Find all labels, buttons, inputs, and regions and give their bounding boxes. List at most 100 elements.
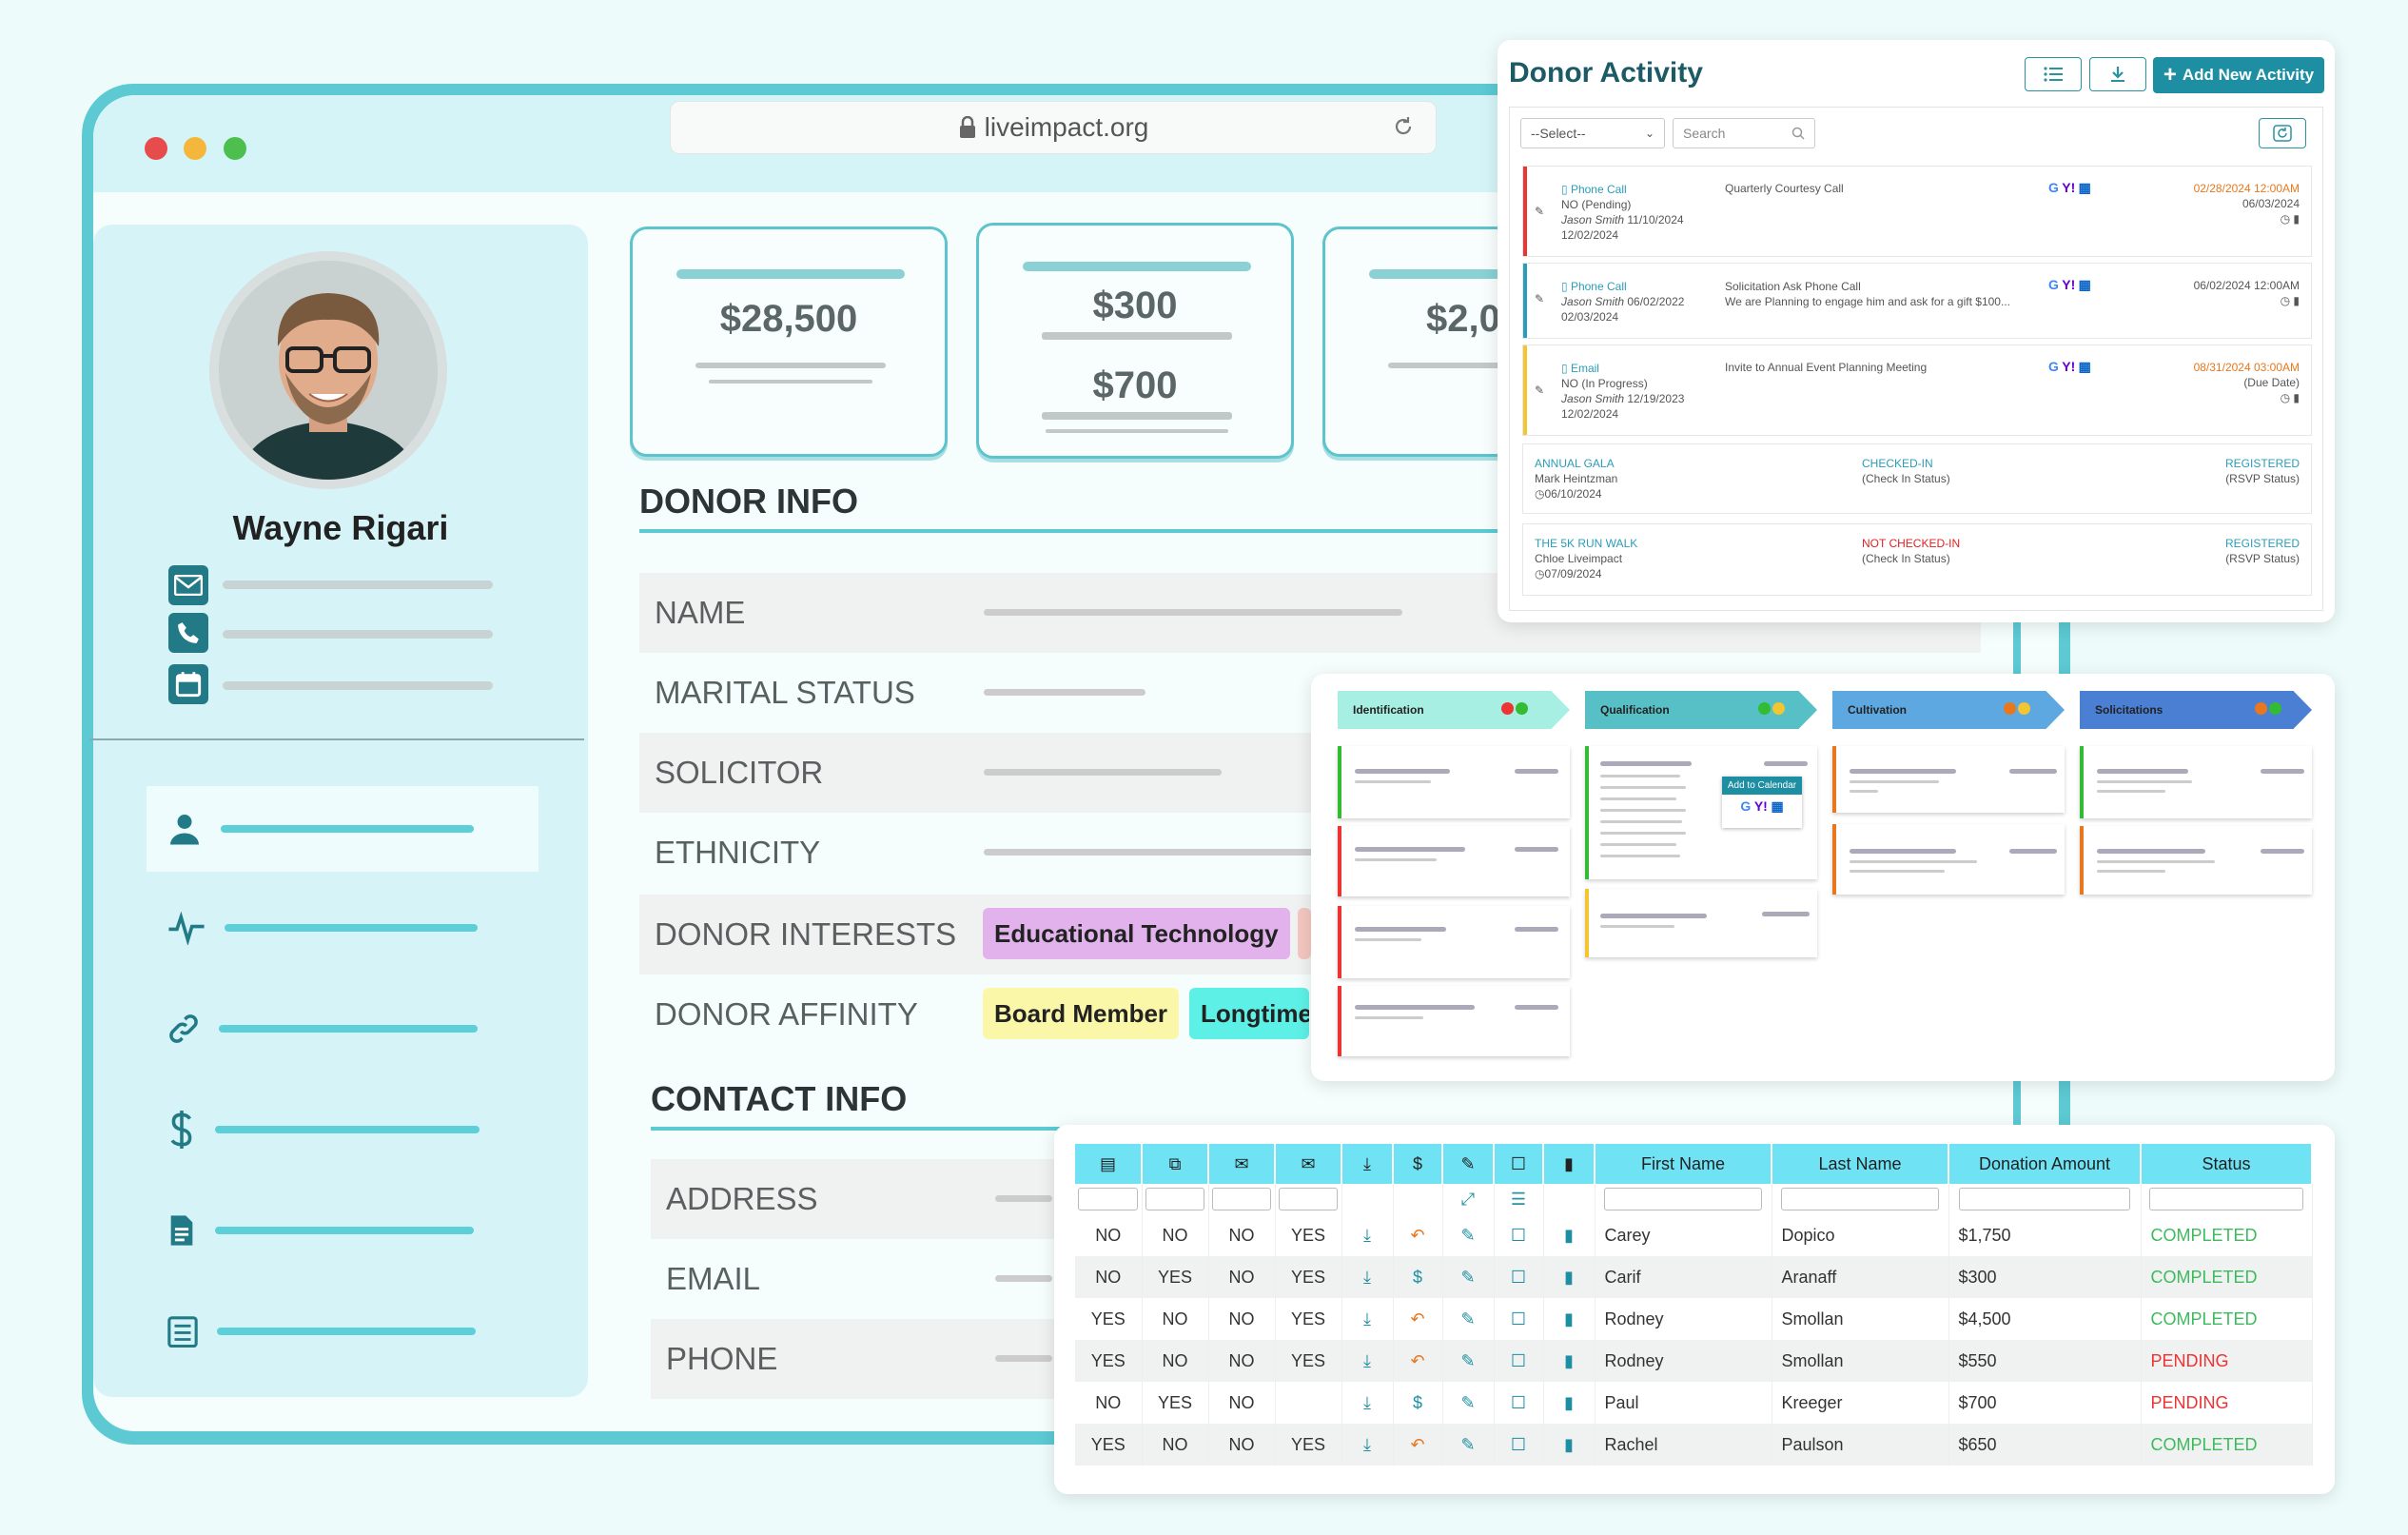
edit-pencil-icon[interactable]: ✎ <box>1442 1256 1495 1298</box>
checkbox-icon[interactable]: ☐ <box>1494 1256 1544 1298</box>
activity-item[interactable]: ✎ ▯ Email NO (In Progress) Jason Smith 1… <box>1522 344 2312 436</box>
google-calendar-icon[interactable]: G <box>2048 180 2059 195</box>
yahoo-calendar-icon[interactable]: Y! <box>2062 277 2075 292</box>
edit-pencil-icon[interactable]: ✎ <box>1442 1298 1495 1340</box>
table-row[interactable]: NO YES NO ⤓ $ ✎ ☐ ▮ Paul Kreeger $700 PENDING <box>1075 1382 2313 1424</box>
table-row[interactable]: YES NO NO YES ⤓ ↶ ✎ ☐ ▮ Rachel Paulson $650 COMPLETE… <box>1075 1424 2313 1466</box>
event-item[interactable]: ANNUAL GALA Mark Heintzman ◷06/10/2024 C… <box>1522 443 2312 514</box>
filter-input[interactable] <box>2149 1188 2303 1210</box>
google-calendar-icon[interactable]: G <box>2048 359 2059 374</box>
table-row[interactable]: YES NO NO YES ⤓ ↶ ✎ ☐ ▮ Rodney Smollan $550 PENDING <box>1075 1340 2313 1382</box>
undo-icon[interactable]: ↶ <box>1393 1214 1443 1256</box>
download-icon[interactable]: ⤓ <box>1341 1340 1394 1382</box>
outlook-calendar-icon[interactable]: ▦ <box>2079 277 2091 292</box>
add-new-activity-button[interactable]: + Add New Activity <box>2153 57 2324 93</box>
filter-input[interactable] <box>1211 1188 1272 1210</box>
download-button[interactable] <box>2089 57 2146 91</box>
document-icon[interactable]: ▮ <box>1543 1298 1596 1340</box>
undo-icon[interactable]: ↶ <box>1393 1298 1443 1340</box>
download-icon[interactable]: ⤓ <box>1341 1214 1394 1256</box>
edit-pencil-icon[interactable]: ✎ <box>1442 1340 1495 1382</box>
checkbox-icon[interactable]: ☐ <box>1494 1424 1544 1466</box>
calendar-icon[interactable] <box>168 664 208 704</box>
pipeline-card[interactable] <box>1338 826 1570 896</box>
activity-item[interactable]: ✎ ▯ Phone Call Jason Smith 06/02/2022 02… <box>1522 263 2312 339</box>
stat-card-total[interactable]: $28,500 <box>630 226 948 457</box>
filter-input[interactable] <box>1278 1188 1339 1210</box>
filter-input[interactable] <box>1780 1188 1940 1210</box>
column-last-name[interactable]: Last Name <box>1772 1144 1949 1184</box>
filter-input[interactable] <box>1603 1188 1763 1210</box>
activity-type-select[interactable]: --Select-- ⌄ <box>1520 118 1665 148</box>
edit-pencil-icon[interactable]: ✎ <box>1535 205 1544 218</box>
nav-item-profile[interactable] <box>147 786 538 872</box>
expand-icon[interactable]: ⤢ <box>1442 1184 1495 1214</box>
outlook-calendar-icon[interactable]: ▦ <box>2079 180 2091 195</box>
pipeline-card[interactable] <box>1585 889 1817 957</box>
checkbox-column-icon[interactable]: ☐ <box>1494 1144 1544 1184</box>
stage-qualification[interactable]: Qualification <box>1585 691 1817 729</box>
mail-check-column-icon[interactable]: ✉ <box>1275 1144 1342 1184</box>
nav-item-tasks[interactable] <box>147 1289 538 1374</box>
dollar-column-icon[interactable]: $ <box>1393 1144 1443 1184</box>
address-bar[interactable]: liveimpact.org <box>670 101 1437 154</box>
dollar-icon[interactable]: $ <box>1393 1256 1443 1298</box>
checkbox-icon[interactable]: ☐ <box>1494 1298 1544 1340</box>
column-donation-amount[interactable]: Donation Amount <box>1948 1144 2142 1184</box>
pipeline-card[interactable] <box>2080 826 2312 895</box>
google-calendar-icon[interactable]: G <box>1740 798 1751 814</box>
document-icon[interactable]: ▮ <box>1543 1382 1596 1424</box>
outlook-calendar-icon[interactable]: ▦ <box>2079 359 2091 374</box>
checkbox-icon[interactable]: ☐ <box>1494 1340 1544 1382</box>
clock-trash-icons[interactable]: ◷ ▮ <box>2281 391 2300 404</box>
document-icon[interactable]: ▮ <box>1543 1256 1596 1298</box>
interest-chip-partial[interactable] <box>1298 908 1311 959</box>
download-icon[interactable]: ⤓ <box>1341 1298 1394 1340</box>
outlook-calendar-icon[interactable]: ▦ <box>1771 798 1783 814</box>
yahoo-calendar-icon[interactable]: Y! <box>1754 798 1768 814</box>
copy-column-icon[interactable]: ⧉ <box>1142 1144 1209 1184</box>
download-icon[interactable]: ⤓ <box>1341 1256 1394 1298</box>
nav-item-links[interactable] <box>147 986 538 1072</box>
nav-item-donations[interactable] <box>147 1087 538 1172</box>
edit-pencil-icon[interactable]: ✎ <box>1535 292 1544 305</box>
add-to-calendar-button[interactable]: Add to Calendar <box>1722 777 1802 795</box>
download-column-icon[interactable]: ⤓ <box>1341 1144 1394 1184</box>
refresh-button[interactable] <box>2259 118 2306 148</box>
stat-card-recent[interactable]: $300 $700 <box>976 223 1294 459</box>
affinity-chip[interactable]: Longtime <box>1189 988 1309 1039</box>
close-window-dot[interactable] <box>145 137 167 160</box>
receipt-column-icon[interactable]: ▤ <box>1075 1144 1143 1184</box>
filter-input[interactable] <box>1958 1188 2131 1210</box>
edit-pencil-icon[interactable]: ✎ <box>1442 1214 1495 1256</box>
clock-trash-icons[interactable]: ◷ ▮ <box>2281 212 2300 226</box>
stage-cultivation[interactable]: Cultivation <box>1832 691 2065 729</box>
yahoo-calendar-icon[interactable]: Y! <box>2062 359 2075 374</box>
edit-pencil-icon[interactable]: ✎ <box>1442 1382 1495 1424</box>
pipeline-card[interactable] <box>1338 746 1570 818</box>
list-view-button[interactable] <box>2025 57 2082 91</box>
pipeline-card[interactable] <box>1338 986 1570 1056</box>
pipeline-card[interactable] <box>2080 746 2312 818</box>
nav-item-documents[interactable] <box>147 1188 538 1273</box>
activity-item[interactable]: ✎ ▯ Phone Call NO (Pending) Jason Smith … <box>1522 166 2312 257</box>
edit-pencil-icon[interactable]: ✎ <box>1535 384 1544 397</box>
document-icon[interactable]: ▮ <box>1543 1214 1596 1256</box>
download-icon[interactable]: ⤓ <box>1341 1424 1394 1466</box>
affinity-chip[interactable]: Board Member <box>983 988 1180 1039</box>
maximize-window-dot[interactable] <box>224 137 246 160</box>
document-icon[interactable]: ▮ <box>1543 1424 1596 1466</box>
pipeline-card[interactable]: Add to Calendar G Y! ▦ <box>1585 746 1817 879</box>
yahoo-calendar-icon[interactable]: Y! <box>2062 180 2075 195</box>
column-first-name[interactable]: First Name <box>1595 1144 1772 1184</box>
mail-send-column-icon[interactable]: ✉ <box>1208 1144 1276 1184</box>
table-row[interactable]: YES NO NO YES ⤓ ↶ ✎ ☐ ▮ Rodney Smollan $4,500 COMPLE… <box>1075 1298 2313 1340</box>
edit-pencil-icon[interactable]: ✎ <box>1442 1424 1495 1466</box>
stage-solicitations[interactable]: Solicitations <box>2080 691 2312 729</box>
nav-item-activity[interactable] <box>147 885 538 971</box>
google-calendar-icon[interactable]: G <box>2048 277 2059 292</box>
stat-card-third[interactable]: $2,0 <box>1322 226 1513 457</box>
document-icon[interactable]: ▮ <box>1543 1340 1596 1382</box>
list-toggle-icon[interactable]: ☰ <box>1494 1184 1544 1214</box>
dollar-icon[interactable]: $ <box>1393 1382 1443 1424</box>
